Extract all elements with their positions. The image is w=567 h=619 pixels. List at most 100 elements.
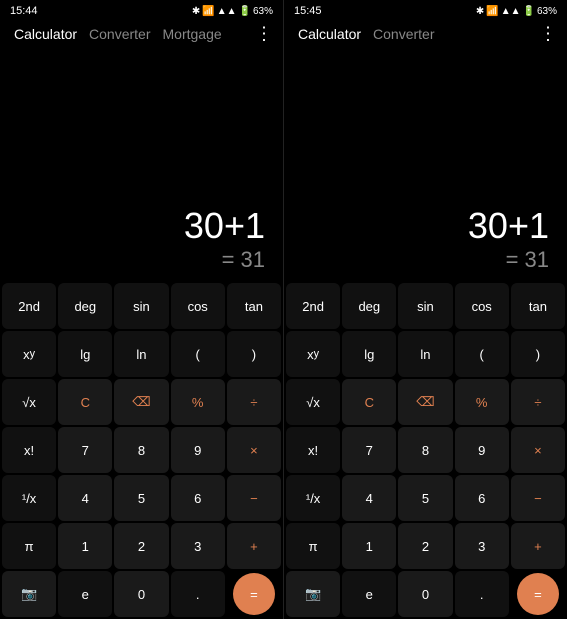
- btn-inverse-right[interactable]: ¹/x: [286, 475, 340, 521]
- right-status-bar: 15:45 ✱ 📶 ▲▲ 🔋 63%: [284, 0, 567, 22]
- right-more-menu[interactable]: ⋮: [539, 24, 557, 45]
- btn-sin-right[interactable]: sin: [398, 283, 452, 329]
- btn-camera-left[interactable]: 📷: [2, 571, 56, 617]
- btn-clear-left[interactable]: C: [58, 379, 112, 425]
- btn-deg-left[interactable]: deg: [58, 283, 112, 329]
- btn-minus-right[interactable]: −: [511, 475, 565, 521]
- btn-9-right[interactable]: 9: [455, 427, 509, 473]
- battery-percent: 63%: [253, 6, 273, 17]
- btn-2-left[interactable]: 2: [114, 523, 168, 569]
- btn-multiply-right[interactable]: ×: [511, 427, 565, 473]
- btn-0-right[interactable]: 0: [398, 571, 452, 617]
- right-screen: 15:45 ✱ 📶 ▲▲ 🔋 63% Calculator Converter …: [284, 0, 567, 619]
- right-wifi-icon: ▲▲: [501, 6, 521, 17]
- btn-close-paren-left[interactable]: ): [227, 331, 281, 377]
- btn-e-right[interactable]: e: [342, 571, 396, 617]
- btn-percent-left[interactable]: %: [171, 379, 225, 425]
- btn-equals-right[interactable]: =: [517, 573, 559, 615]
- left-screen: 15:44 ✱ 📶 ▲▲ 🔋 63% Calculator Converter …: [0, 0, 284, 619]
- right-battery-percent: 63%: [537, 6, 557, 17]
- right-battery-icon: 🔋: [523, 6, 535, 17]
- btn-2-right[interactable]: 2: [398, 523, 452, 569]
- btn-8-right[interactable]: 8: [398, 427, 452, 473]
- btn-plus-right[interactable]: +: [511, 523, 565, 569]
- right-tab-converter[interactable]: Converter: [373, 26, 434, 42]
- btn-cos-left[interactable]: cos: [171, 283, 225, 329]
- btn-6-right[interactable]: 6: [455, 475, 509, 521]
- btn-5-left[interactable]: 5: [114, 475, 168, 521]
- btn-7-right[interactable]: 7: [342, 427, 396, 473]
- battery-icon: 🔋: [239, 6, 251, 17]
- left-time: 15:44: [10, 5, 38, 17]
- btn-7-left[interactable]: 7: [58, 427, 112, 473]
- right-status-icons: ✱ 📶 ▲▲ 🔋 63%: [476, 6, 557, 17]
- btn-2nd-left[interactable]: 2nd: [2, 283, 56, 329]
- right-bluetooth-icon: ✱: [476, 6, 484, 17]
- left-more-menu[interactable]: ⋮: [255, 24, 273, 45]
- btn-inverse-left[interactable]: ¹/x: [2, 475, 56, 521]
- btn-tan-right[interactable]: tan: [511, 283, 565, 329]
- btn-tan-left[interactable]: tan: [227, 283, 281, 329]
- btn-sin-left[interactable]: sin: [114, 283, 168, 329]
- btn-3-left[interactable]: 3: [171, 523, 225, 569]
- btn-pi-left[interactable]: π: [2, 523, 56, 569]
- right-result: = 31: [506, 247, 549, 273]
- btn-plus-left[interactable]: +: [227, 523, 281, 569]
- right-nav-tabs: Calculator Converter ⋮: [284, 22, 567, 46]
- btn-8-left[interactable]: 8: [114, 427, 168, 473]
- btn-dot-left[interactable]: .: [171, 571, 225, 617]
- btn-factorial-right[interactable]: x!: [286, 427, 340, 473]
- btn-deg-right[interactable]: deg: [342, 283, 396, 329]
- btn-xy-left[interactable]: xy: [2, 331, 56, 377]
- btn-3-right[interactable]: 3: [455, 523, 509, 569]
- wifi-icon: ▲▲: [217, 6, 237, 17]
- right-tab-calculator[interactable]: Calculator: [298, 26, 361, 42]
- btn-close-paren-right[interactable]: ): [511, 331, 565, 377]
- btn-sqrt-right[interactable]: √x: [286, 379, 340, 425]
- btn-percent-right[interactable]: %: [455, 379, 509, 425]
- left-buttons-grid: 2nd deg sin cos tan xy lg ln ( ) √x C ⌫ …: [0, 281, 283, 619]
- btn-lg-left[interactable]: lg: [58, 331, 112, 377]
- btn-dot-right[interactable]: .: [455, 571, 509, 617]
- btn-clear-right[interactable]: C: [342, 379, 396, 425]
- btn-minus-left[interactable]: −: [227, 475, 281, 521]
- btn-6-left[interactable]: 6: [171, 475, 225, 521]
- btn-cos-right[interactable]: cos: [455, 283, 509, 329]
- right-buttons-grid: 2nd deg sin cos tan xy lg ln ( ) √x C ⌫ …: [284, 281, 567, 619]
- btn-e-left[interactable]: e: [58, 571, 112, 617]
- btn-1-right[interactable]: 1: [342, 523, 396, 569]
- left-tab-mortgage[interactable]: Mortgage: [163, 26, 222, 42]
- btn-4-left[interactable]: 4: [58, 475, 112, 521]
- btn-divide-right[interactable]: ÷: [511, 379, 565, 425]
- right-expression: 30+1: [468, 205, 549, 247]
- btn-pi-right[interactable]: π: [286, 523, 340, 569]
- btn-open-paren-right[interactable]: (: [455, 331, 509, 377]
- btn-multiply-left[interactable]: ×: [227, 427, 281, 473]
- btn-factorial-left[interactable]: x!: [2, 427, 56, 473]
- btn-4-right[interactable]: 4: [342, 475, 396, 521]
- btn-equals-left[interactable]: =: [233, 573, 275, 615]
- btn-divide-left[interactable]: ÷: [227, 379, 281, 425]
- btn-2nd-right[interactable]: 2nd: [286, 283, 340, 329]
- btn-camera-right[interactable]: 📷: [286, 571, 340, 617]
- left-display: 30+1 = 31: [0, 46, 283, 281]
- left-tab-calculator[interactable]: Calculator: [14, 26, 77, 42]
- btn-xy-right[interactable]: xy: [286, 331, 340, 377]
- right-display: 30+1 = 31: [284, 46, 567, 281]
- btn-9-left[interactable]: 9: [171, 427, 225, 473]
- btn-ln-left[interactable]: ln: [114, 331, 168, 377]
- right-time: 15:45: [294, 5, 322, 17]
- btn-lg-right[interactable]: lg: [342, 331, 396, 377]
- left-nav-tabs: Calculator Converter Mortgage ⋮: [0, 22, 283, 46]
- btn-1-left[interactable]: 1: [58, 523, 112, 569]
- bluetooth-icon: ✱: [192, 6, 200, 17]
- btn-backspace-left[interactable]: ⌫: [114, 379, 168, 425]
- btn-0-left[interactable]: 0: [114, 571, 168, 617]
- left-status-bar: 15:44 ✱ 📶 ▲▲ 🔋 63%: [0, 0, 283, 22]
- left-tab-converter[interactable]: Converter: [89, 26, 150, 42]
- btn-open-paren-left[interactable]: (: [171, 331, 225, 377]
- btn-5-right[interactable]: 5: [398, 475, 452, 521]
- btn-sqrt-left[interactable]: √x: [2, 379, 56, 425]
- btn-backspace-right[interactable]: ⌫: [398, 379, 452, 425]
- btn-ln-right[interactable]: ln: [398, 331, 452, 377]
